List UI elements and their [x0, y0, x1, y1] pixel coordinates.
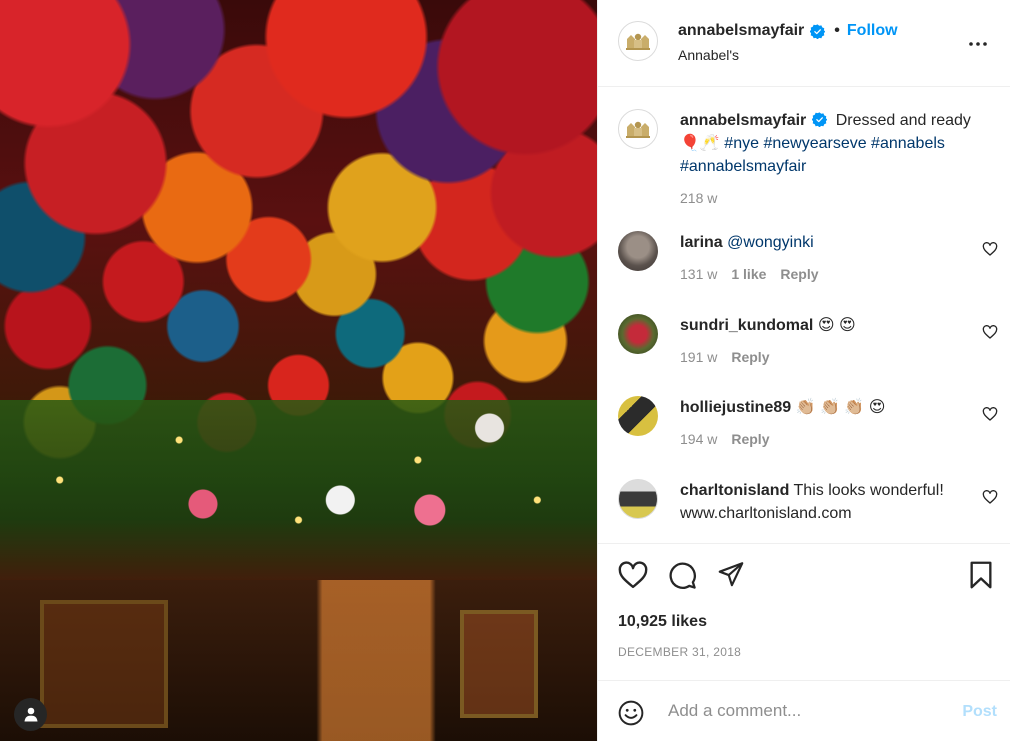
comment-username[interactable]: sundri_kundomal: [680, 317, 813, 334]
comment-time[interactable]: 194 w: [680, 428, 717, 451]
reply-button[interactable]: Reply: [780, 263, 818, 286]
comment-meta: 131 w 1 like Reply: [680, 263, 970, 286]
annabels-logo-icon: [626, 121, 650, 138]
caption-meta: 218 w: [680, 187, 980, 210]
header-username[interactable]: annabelsmayfair: [678, 22, 804, 40]
commenter-avatar[interactable]: [618, 231, 658, 271]
verified-badge-icon: [812, 112, 828, 127]
post-side-panel: annabelsmayfair • Follow Annabel's annab…: [597, 0, 1010, 741]
comment-bubble-icon[interactable]: [668, 561, 697, 590]
comment-input[interactable]: [668, 695, 948, 727]
comment-body: holliejustine89 👏🏼 👏🏼 👏🏼 😍 194 w Reply: [680, 396, 970, 451]
comment-body: larina @wongyinki 131 w 1 like Reply: [680, 231, 970, 286]
comment-like-icon[interactable]: [982, 241, 998, 257]
post-photo[interactable]: [0, 0, 597, 741]
commenter-avatar[interactable]: [618, 396, 658, 436]
verified-badge-icon: [810, 23, 826, 39]
post-date[interactable]: DECEMBER 31, 2018: [618, 645, 741, 659]
comment-like-icon[interactable]: [982, 406, 998, 422]
post-actions: 10,925 likes DECEMBER 31, 2018: [598, 543, 1010, 680]
comment-likes[interactable]: 1 like: [731, 263, 766, 286]
save-bookmark-icon[interactable]: [969, 561, 993, 589]
comment-composer: Post: [598, 680, 1010, 741]
avatar[interactable]: [618, 21, 658, 61]
follow-button[interactable]: Follow: [847, 22, 898, 40]
comment-text: 😍 😍: [817, 317, 856, 334]
separator-dot: •: [834, 22, 840, 39]
comment-meta: 191 w Reply: [680, 346, 970, 369]
comment-text: 👏🏼 👏🏼 👏🏼 😍: [795, 399, 886, 416]
photo-room: [0, 580, 597, 741]
comment-meta: 194 w Reply: [680, 428, 970, 451]
commenter-avatar[interactable]: [618, 479, 658, 519]
more-options-icon[interactable]: [966, 32, 990, 56]
likes-count[interactable]: 10,925 likes: [618, 613, 707, 631]
caption-hashtags[interactable]: #nye #newyearseve #annabels #annabelsmay…: [680, 135, 945, 175]
caption-body: annabelsmayfair Dressed and ready 🎈🥂 #ny…: [680, 109, 980, 210]
tagged-users-button[interactable]: [14, 698, 47, 731]
like-heart-icon[interactable]: [618, 561, 648, 589]
header-user-line: annabelsmayfair • Follow: [678, 22, 898, 40]
caption-time[interactable]: 218 w: [680, 187, 717, 210]
caption-avatar[interactable]: [618, 109, 658, 149]
comment-like-icon[interactable]: [982, 324, 998, 340]
comment-like-icon[interactable]: [982, 489, 998, 505]
post-comment-button[interactable]: Post: [962, 703, 997, 721]
comment-time[interactable]: 191 w: [680, 346, 717, 369]
location-link[interactable]: Annabel's: [678, 47, 739, 63]
comments-list[interactable]: annabelsmayfair Dressed and ready 🎈🥂 #ny…: [598, 88, 1010, 543]
post-header: annabelsmayfair • Follow Annabel's: [598, 0, 1010, 87]
comment-body: sundri_kundomal 😍 😍 191 w Reply: [680, 314, 970, 369]
annabels-logo-icon: [626, 33, 650, 50]
comment-body: charltonisland This looks wonderful! www…: [680, 479, 980, 525]
caption-username[interactable]: annabelsmayfair: [680, 112, 806, 129]
comment-time[interactable]: 131 w: [680, 263, 717, 286]
comment-mention[interactable]: @wongyinki: [727, 234, 814, 251]
user-icon: [24, 707, 37, 722]
photo-garland: [0, 400, 597, 600]
emoji-icon[interactable]: [618, 700, 644, 726]
comment-username[interactable]: holliejustine89: [680, 399, 791, 416]
reply-button[interactable]: Reply: [731, 428, 769, 451]
share-paper-plane-icon[interactable]: [717, 561, 745, 588]
reply-button[interactable]: Reply: [731, 346, 769, 369]
commenter-avatar[interactable]: [618, 314, 658, 354]
comment-username[interactable]: charltonisland: [680, 482, 789, 499]
comment-username[interactable]: larina: [680, 234, 723, 251]
